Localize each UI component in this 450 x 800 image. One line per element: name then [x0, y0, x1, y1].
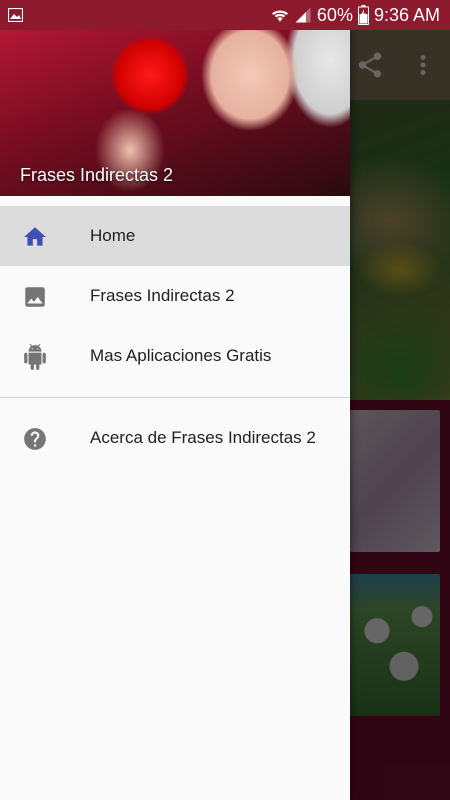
home-icon: [22, 224, 48, 250]
drawer-header-title: Frases Indirectas 2: [20, 165, 174, 185]
drawer-item-label: Mas Aplicaciones Gratis: [90, 346, 272, 365]
battery-charging-icon: [357, 5, 369, 25]
drawer-menu: Home Frases Indirectas 2 Mas Aplicacione…: [0, 206, 350, 468]
drawer-item-label: Home: [90, 226, 136, 245]
gallery-notification-icon: [8, 8, 23, 22]
drawer-item-label: Acerca de Frases Indirectas 2: [90, 428, 316, 447]
battery-percent: 60%: [316, 4, 353, 25]
drawer-item-about[interactable]: Acerca de Frases Indirectas 2: [0, 408, 350, 468]
help-icon: [22, 426, 48, 452]
image-icon: [22, 284, 48, 310]
drawer-divider: [0, 397, 350, 398]
navigation-drawer: Frases Indirectas 2 Home Frases Indirect…: [0, 0, 350, 800]
status-bar: 60% 9:36 AM: [0, 0, 450, 30]
signal-icon: [294, 6, 312, 24]
drawer-item-frases[interactable]: Frases Indirectas 2: [0, 266, 350, 326]
clock: 9:36 AM: [373, 4, 440, 25]
drawer-item-label: Frases Indirectas 2: [90, 286, 235, 305]
drawer-item-more-apps[interactable]: Mas Aplicaciones Gratis: [0, 326, 350, 386]
android-icon: [22, 344, 48, 370]
drawer-item-home[interactable]: Home: [0, 206, 350, 266]
wifi-icon: [271, 6, 289, 24]
